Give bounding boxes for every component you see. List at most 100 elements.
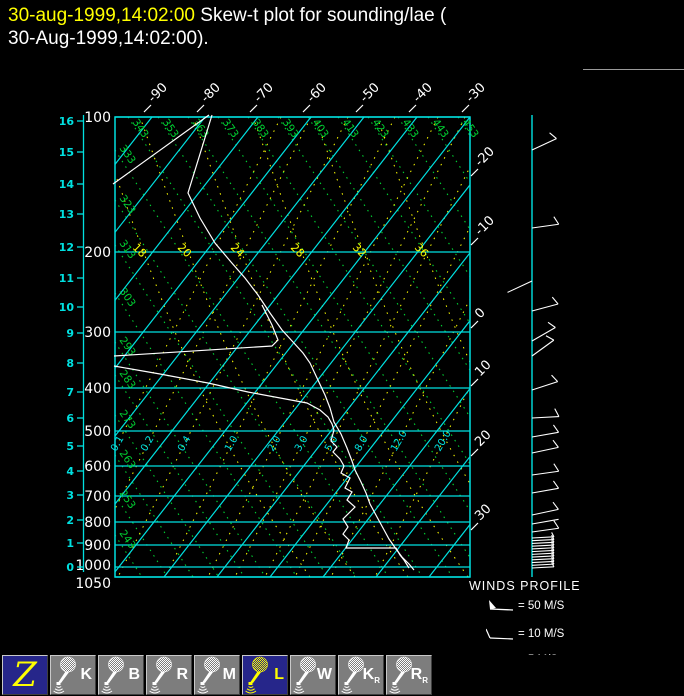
toolbar: Z K B R M L W KR RR: [0, 655, 684, 696]
flag-barb-icon: [489, 600, 514, 611]
legend-row-50ms: = 50 M/S: [486, 598, 564, 614]
toolbar-button-label: K: [80, 666, 92, 683]
toolbar-button-sublabel: R: [374, 676, 380, 685]
svg-text:0.2: 0.2: [139, 434, 156, 453]
toolbar-button-sounding-r2[interactable]: RR: [386, 655, 432, 695]
svg-text:900: 900: [84, 538, 111, 554]
svg-text:30: 30: [472, 502, 494, 524]
svg-text:2: 2: [66, 514, 74, 527]
svg-text:403: 403: [310, 117, 331, 140]
svg-text:-30: -30: [463, 80, 489, 106]
title-line2: 30-Aug-1999,14:02:00).: [8, 28, 209, 49]
svg-text:20: 20: [175, 241, 194, 260]
toolbar-button-label: RR: [410, 666, 428, 685]
toolbar-button-sublabel: R: [422, 676, 428, 685]
toolbar-button-sounding-k[interactable]: K: [50, 655, 96, 695]
svg-text:433: 433: [400, 117, 421, 140]
svg-text:383: 383: [250, 117, 271, 140]
radiosonde-balloon-icon: [53, 656, 76, 694]
svg-text:100: 100: [84, 110, 111, 126]
svg-text:13: 13: [59, 208, 74, 221]
svg-text:-40: -40: [410, 80, 436, 106]
svg-text:1050: 1050: [75, 576, 111, 592]
wind-barb-column: [507, 115, 560, 577]
svg-text:24: 24: [228, 241, 247, 260]
svg-text:15: 15: [59, 146, 74, 159]
z-logo-icon: Z: [12, 655, 38, 695]
svg-text:6: 6: [66, 412, 74, 425]
svg-text:9: 9: [66, 327, 74, 340]
svg-text:353: 353: [160, 117, 181, 140]
radiosonde-balloon-icon: [197, 656, 220, 694]
svg-text:10: 10: [472, 358, 494, 380]
toolbar-button-sounding-l[interactable]: L: [242, 655, 288, 695]
svg-text:0: 0: [66, 561, 74, 574]
svg-text:800: 800: [84, 515, 111, 531]
svg-text:323: 323: [117, 193, 138, 216]
svg-text:-80: -80: [198, 80, 224, 106]
svg-text:Z: Z: [12, 656, 38, 694]
skewt-plot: 343 353 363 373 383 393 403 413 423 433 443 4533333…: [59, 80, 560, 592]
toolbar-button-logo-z[interactable]: Z: [2, 655, 48, 695]
isotherm-labels: -90 -80 -70 -60 -50 -40 -30 -20 -10 0 10 20 30: [143, 80, 498, 531]
toolbar-button-label: L: [274, 666, 284, 683]
legend-label-10ms: = 10 M/S: [518, 628, 565, 640]
svg-text:453: 453: [460, 117, 481, 140]
svg-text:-70: -70: [251, 80, 277, 106]
toolbar-button-sounding-b[interactable]: B: [98, 655, 144, 695]
svg-text:8: 8: [66, 357, 74, 370]
svg-text:5: 5: [66, 440, 74, 453]
toolbar-button-label: M: [222, 666, 236, 683]
svg-text:3.0: 3.0: [293, 434, 310, 453]
svg-text:2.0: 2.0: [266, 434, 283, 453]
svg-text:393: 393: [280, 117, 301, 140]
svg-text:243: 243: [117, 528, 138, 551]
svg-text:7: 7: [66, 386, 74, 399]
svg-text:423: 423: [370, 117, 391, 140]
svg-text:0.4: 0.4: [176, 434, 193, 453]
radiosonde-balloon-icon: [101, 656, 124, 694]
toolbar-button-sounding-m[interactable]: M: [194, 655, 240, 695]
svg-text:400: 400: [84, 381, 111, 397]
toolbar-button-label: W: [316, 666, 332, 683]
toolbar-button-label: B: [128, 666, 140, 683]
toolbar-button-sounding-w[interactable]: W: [290, 655, 336, 695]
sounding-traces: [112, 114, 415, 571]
svg-text:300: 300: [84, 325, 111, 341]
svg-text:500: 500: [84, 424, 111, 440]
svg-text:14: 14: [59, 178, 75, 191]
svg-text:200: 200: [84, 245, 111, 261]
svg-text:16: 16: [59, 115, 75, 128]
svg-text:0: 0: [472, 305, 488, 321]
svg-text:443: 443: [430, 117, 451, 140]
svg-text:-20: -20: [472, 144, 498, 170]
legend-label-50ms: = 50 M/S: [518, 600, 565, 612]
svg-text:12.0: 12.0: [389, 429, 410, 454]
legend-row-10ms: = 10 M/S: [486, 626, 564, 642]
svg-text:343: 343: [130, 117, 151, 140]
svg-text:-90: -90: [145, 80, 171, 106]
title-timestamp: 30-aug-1999,14:02:00: [8, 5, 195, 26]
svg-text:1: 1: [66, 537, 74, 550]
svg-text:303: 303: [117, 286, 138, 309]
svg-text:10: 10: [59, 301, 75, 314]
svg-text:20: 20: [472, 428, 494, 450]
grid-labels: 343 353 363 373 383 393 403 413 423 433 443 4533333…: [109, 117, 481, 551]
svg-text:36: 36: [412, 241, 431, 260]
svg-text:11: 11: [59, 272, 74, 285]
toolbar-button-label: R: [176, 666, 188, 683]
svg-text:-10: -10: [472, 213, 498, 239]
application-window: 30-aug-1999,14:02:00 Skew-t plot for sou…: [0, 0, 684, 696]
toolbar-button-sounding-k2[interactable]: KR: [338, 655, 384, 695]
radiosonde-balloon-icon: [245, 656, 268, 694]
svg-text:3: 3: [66, 489, 74, 502]
radiosonde-balloon-icon: [149, 656, 172, 694]
svg-text:-60: -60: [304, 80, 330, 106]
window-title: 30-aug-1999,14:02:00 Skew-t plot for sou…: [8, 4, 678, 50]
toolbar-button-sounding-r[interactable]: R: [146, 655, 192, 695]
svg-text:373: 373: [220, 117, 241, 140]
svg-text:12: 12: [59, 241, 74, 254]
svg-text:4: 4: [66, 465, 74, 478]
title-text: Skew-t plot for sounding/lae (: [195, 5, 447, 26]
full-barb-icon: [486, 628, 514, 640]
